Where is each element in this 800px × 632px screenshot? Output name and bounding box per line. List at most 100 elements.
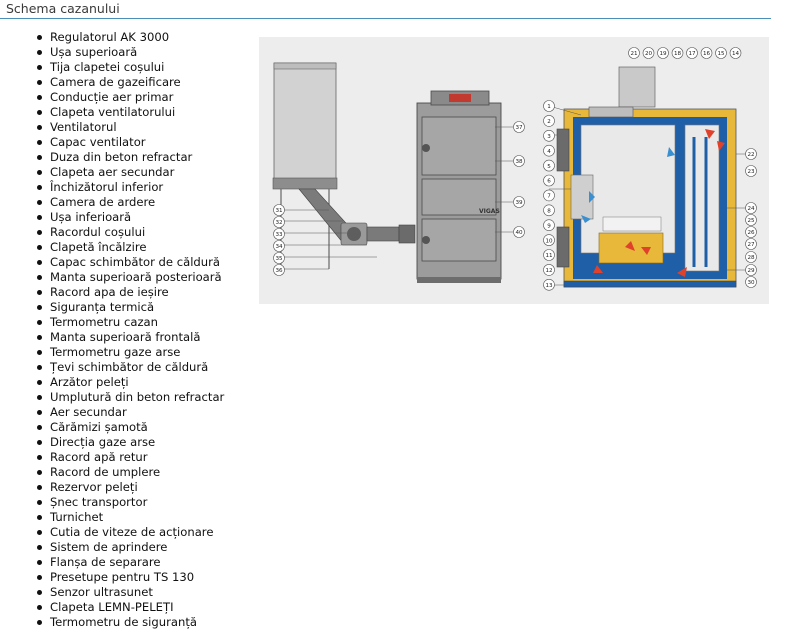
part-list-item: Cutia de viteze de acționare xyxy=(28,525,224,540)
hopper-base xyxy=(272,177,338,190)
parts-list: Regulatorul AK 3000 Ușa superioară Tija cl… xyxy=(28,30,224,630)
callout-number: 34 xyxy=(275,244,283,250)
part-list-item: Capac ventilator xyxy=(28,135,224,150)
callout-number: 10 xyxy=(545,238,553,244)
section-header: Schema cazanului xyxy=(0,0,771,19)
callout-number: 22 xyxy=(747,152,754,158)
callout-number: 21 xyxy=(630,51,638,57)
fan-housing xyxy=(588,106,634,118)
callout-number: 17 xyxy=(688,51,696,57)
part-list-item: Ventilatorul xyxy=(28,120,224,135)
part-list-item: Direcția gaze arse xyxy=(28,435,224,450)
part-list-item: Închizătorul inferior xyxy=(28,180,224,195)
part-list-item: Camera de ardere xyxy=(28,195,224,210)
callout-number: 29 xyxy=(747,268,755,274)
callout-number: 11 xyxy=(545,253,553,259)
part-list-item: Clapeta ventilatorului xyxy=(28,105,224,120)
part-list-item: Cărămizi șamotă xyxy=(28,420,224,435)
pellet-burner xyxy=(602,216,662,232)
callout-number: 13 xyxy=(545,283,553,289)
part-list-item: Termometru gaze arse xyxy=(28,345,224,360)
door-handle xyxy=(422,236,430,244)
callout-number: 39 xyxy=(515,200,523,206)
callout-number: 20 xyxy=(645,51,653,57)
callout-number: 18 xyxy=(674,51,682,57)
lower-door-section xyxy=(556,226,570,268)
brand-label: VIGAS xyxy=(479,208,500,215)
door-handle xyxy=(422,144,430,152)
lower-door xyxy=(421,218,497,262)
section-title: Schema cazanului xyxy=(6,1,120,16)
callout-number: 1 xyxy=(547,104,551,110)
callout-number: 23 xyxy=(747,169,755,175)
part-list-item: Rezervor peleți xyxy=(28,480,224,495)
callout-number: 14 xyxy=(732,51,740,57)
heat-exchanger-chamber xyxy=(684,124,720,272)
callout-number: 36 xyxy=(275,268,283,274)
part-list-item: Racord apa de ieșire xyxy=(28,285,224,300)
part-list-item: Racord de umplere xyxy=(28,465,224,480)
callout-number: 7 xyxy=(547,194,551,200)
flue-pipe xyxy=(618,66,656,108)
callout-number: 28 xyxy=(747,255,755,261)
part-list-item: Sistem de aprindere xyxy=(28,540,224,555)
hopper-lid xyxy=(273,62,337,70)
part-list-item: Aer secundar xyxy=(28,405,224,420)
boiler-diagram-svg: VIGAS 31323334353637383940 21 20 19 18 1… xyxy=(272,47,757,291)
part-list-item: Duza din beton refractar xyxy=(28,150,224,165)
callout-number: 26 xyxy=(747,230,755,236)
part-list-item: Clapeta aer secundar xyxy=(28,165,224,180)
part-list-item: Ușa superioară xyxy=(28,45,224,60)
part-list-item: Presetupe pentru TS 130 xyxy=(28,570,224,585)
boiler-exterior-view: VIGAS 31 32 33 34 35 36 37 38 39 40 xyxy=(272,62,525,283)
part-list-item: Conducție aer primar xyxy=(28,90,224,105)
part-list-item: Termometru de siguranță xyxy=(28,615,224,630)
callout-number: 38 xyxy=(515,159,523,165)
callout-number: 24 xyxy=(747,206,755,212)
callout-number: 27 xyxy=(747,242,755,248)
part-list-item: Regulatorul AK 3000 xyxy=(28,30,224,45)
part-list-item: Manta superioară frontală xyxy=(28,330,224,345)
callout-number: 12 xyxy=(545,268,552,274)
part-list-item: Clapeta LEMN-PELEȚI xyxy=(28,600,224,615)
callout-number: 3 xyxy=(547,134,551,140)
part-list-item: Racordul coșului xyxy=(28,225,224,240)
part-list-item: Flanșa de separare xyxy=(28,555,224,570)
part-list-item: Camera de gazeificare xyxy=(28,75,224,90)
part-list-item: Clapetă încălzire xyxy=(28,240,224,255)
callout-number: 37 xyxy=(515,125,523,131)
callout-number: 35 xyxy=(275,256,283,262)
callout-number: 6 xyxy=(547,179,551,185)
part-list-item: Capac schimbător de căldură xyxy=(28,255,224,270)
pellet-hopper xyxy=(273,62,337,181)
part-list-item: Tija clapetei coșului xyxy=(28,60,224,75)
callout-number: 5 xyxy=(547,164,551,170)
part-list-item: Manta superioară posterioară xyxy=(28,270,224,285)
upper-door xyxy=(421,116,497,176)
part-list-item: Turnichet xyxy=(28,510,224,525)
part-list-item: Arzător peleți xyxy=(28,375,224,390)
burner-tube xyxy=(366,226,400,242)
part-list-item: Senzor ultrasunet xyxy=(28,585,224,600)
callout-number: 9 xyxy=(547,223,551,229)
callout-number: 2 xyxy=(547,119,551,125)
callout-number: 31 xyxy=(275,208,283,214)
callout-number: 25 xyxy=(747,218,755,224)
part-list-item: Termometru cazan xyxy=(28,315,224,330)
callout-number: 8 xyxy=(547,209,551,215)
callout-number: 15 xyxy=(717,51,725,57)
callout-number: 33 xyxy=(275,232,283,238)
callout-number: 19 xyxy=(659,51,667,57)
part-list-item: Umplutură din beton refractar xyxy=(28,390,224,405)
boiler-section-view: 21 20 19 18 17 16 15 14123456789101112132223242… xyxy=(543,47,757,291)
part-list-item: Ușa inferioară xyxy=(28,210,224,225)
part-list-item: Racord apă retur xyxy=(28,450,224,465)
callout-number: 16 xyxy=(703,51,711,57)
part-list-item: Țevi schimbător de căldură xyxy=(28,360,224,375)
part-list-item: Siguranța termică xyxy=(28,300,224,315)
boiler-diagram: VIGAS 31 32 33 34 35 36 37 38 39 40 21 2… xyxy=(259,37,769,304)
controller-display xyxy=(449,94,471,102)
callout-number: 30 xyxy=(747,280,755,286)
callout-number: 32 xyxy=(275,220,282,226)
callout-number: 4 xyxy=(547,149,551,155)
